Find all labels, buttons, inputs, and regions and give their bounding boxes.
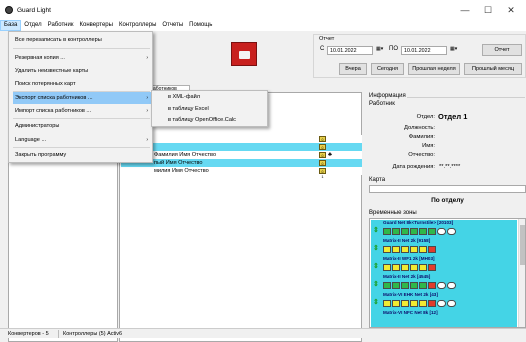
table-row[interactable]: ☺1 <box>121 143 362 155</box>
menu-help[interactable]: Помощь <box>186 20 215 31</box>
employee-card-icon: ☺2 <box>319 152 326 163</box>
minimize-button[interactable]: — <box>455 4 475 16</box>
date-from-field[interactable]: 10.01.2022 <box>327 46 373 55</box>
menu-item-delete-unknown-cards[interactable]: Удалить неизвестные карты <box>13 65 152 77</box>
today-button[interactable]: Сегодня <box>371 63 404 75</box>
worker-label: Работник <box>369 101 395 107</box>
info-panel: Информация Работник Отдел: Отдел 1 Должн… <box>367 93 526 177</box>
table-row[interactable]: ☺1 <box>121 135 362 147</box>
guard-logo <box>231 42 257 66</box>
date-to-field[interactable]: 10.01.2022 <box>401 46 447 55</box>
list-item[interactable]: Matrix-VI NFC Net 8k [12] <box>371 310 517 327</box>
menu-item-find-lost-cards[interactable]: Поиск потерянных карт <box>13 78 152 90</box>
divider <box>58 330 59 338</box>
menu-department[interactable]: Отдел <box>21 20 44 31</box>
submenu-arrow-icon: › <box>146 108 148 114</box>
menu-employee[interactable]: Работник <box>45 20 77 31</box>
menu-reports[interactable]: Отчеты <box>159 20 186 31</box>
fingerprint-icon: ♣ <box>328 152 332 158</box>
title-bar: Guard Light — ☐ ✕ <box>0 0 526 20</box>
app-icon <box>5 6 13 14</box>
close-button[interactable]: ✕ <box>501 4 521 16</box>
table-row[interactable]: Фамилия Имя Отчество ☺2 ♣ <box>121 151 362 163</box>
menu-converters[interactable]: Конвертеры <box>76 20 115 31</box>
birth-value: **.**.**** <box>439 164 461 170</box>
table-row[interactable]: милия Имя Отчество ☺1 <box>121 167 362 179</box>
yesterday-button[interactable]: Вчера <box>339 63 367 75</box>
surname-label: Фамилия: <box>408 134 435 140</box>
menu-controllers[interactable]: Контроллеры <box>116 20 159 31</box>
door-icon: ⇕ <box>373 281 379 288</box>
menu-item-language[interactable]: Language ... › <box>13 134 152 146</box>
maximize-button[interactable]: ☐ <box>478 4 498 16</box>
by-department-label: По отделу <box>369 197 526 207</box>
submenu-arrow-icon: › <box>146 55 148 61</box>
menu-separator <box>13 48 150 49</box>
employee-card-icon: ☺1 <box>319 160 326 171</box>
position-label: Должность: <box>404 125 435 131</box>
last-month-button[interactable]: Прошлый месяц <box>464 63 522 75</box>
export-submenu: в XML-файл в таблицу Excel в таблицу Ope… <box>151 90 268 127</box>
table-row[interactable]: пый Имя Отчество ☺1 <box>121 159 362 171</box>
employee-card-icon: ☺1 <box>319 136 326 147</box>
report-title: Отчет <box>319 36 335 42</box>
submenu-arrow-icon: › <box>146 137 148 143</box>
dept-label: Отдел: <box>416 114 435 120</box>
calendar-icon-to[interactable]: ▦▾ <box>450 46 457 55</box>
menu-item-administrators[interactable]: Администраторы <box>13 120 152 132</box>
from-prefix: С <box>320 46 325 52</box>
timezone-list[interactable]: Guard Net 8k<Turnstile> [20103] ⇕ Matrix… <box>369 218 526 328</box>
divider <box>407 97 525 98</box>
submenu-item-excel[interactable]: в таблицу Excel <box>154 104 267 115</box>
employee-list: ☺1 ☺1 Фамилия Имя Отчество ☺2 ♣ пый Имя … <box>119 92 362 342</box>
submenu-arrow-icon: › <box>146 95 148 101</box>
menu-bar: База Отдел Работник Конвертеры Контролле… <box>0 20 526 31</box>
card-field[interactable] <box>369 185 526 193</box>
door-icon: ⇕ <box>373 245 379 252</box>
report-group: Отчет С 10.01.2022 ▦▾ ПО 10.01.2022 ▦▾ О… <box>313 34 526 78</box>
birth-label: Дата рождения: <box>392 164 435 170</box>
timezones-section-title: Временные зоны <box>369 210 417 216</box>
menu-item-rewrite-all[interactable]: Все перезаписать в контроллеры <box>13 34 152 46</box>
patronymic-label: Отчество: <box>408 152 435 158</box>
door-icon: ⇕ <box>373 263 379 270</box>
info-section-title: Информация <box>369 93 406 99</box>
door-icon: ⇕ <box>373 299 379 306</box>
last-week-button[interactable]: Прошлая неделя <box>408 63 460 75</box>
calendar-icon[interactable]: ▦▾ <box>376 46 383 55</box>
submenu-item-xml[interactable]: в XML-файл <box>154 92 267 103</box>
card-section-title: Карта <box>369 177 386 183</box>
door-icon: ⇕ <box>373 227 379 234</box>
menu-base[interactable]: База <box>0 20 22 31</box>
scrollbar[interactable] <box>518 219 525 327</box>
name-label: Имя: <box>422 143 435 149</box>
submenu-item-openoffice[interactable]: в таблицу OpenOffice.Calc <box>154 115 267 126</box>
to-prefix: ПО <box>389 46 398 52</box>
status-bar: Конвертеров - 5 Контроллеры (5) Activ6 <box>0 328 526 338</box>
employee-card-icon: ☺1 <box>319 144 326 155</box>
logo-emblem <box>239 51 250 59</box>
menu-separator <box>13 147 150 148</box>
menu-item-import-employees[interactable]: Импорт списка работников ... › <box>13 105 152 117</box>
window-title: Guard Light <box>17 6 51 14</box>
scrollbar-thumb[interactable] <box>520 225 525 265</box>
menu-item-export-employees[interactable]: Экспорт списка работников ... › <box>13 92 152 104</box>
report-button[interactable]: Отчет <box>482 44 522 56</box>
base-dropdown-menu: Все перезаписать в контроллеры Резервная… <box>8 31 153 163</box>
employee-card-icon: ☺1 <box>319 168 326 179</box>
menu-item-close-program[interactable]: Закрыть программу <box>13 149 152 161</box>
menu-separator <box>13 118 150 119</box>
menu-item-backup[interactable]: Резервная копия ... › <box>13 52 152 64</box>
dept-value: Отдел 1 <box>438 112 468 121</box>
